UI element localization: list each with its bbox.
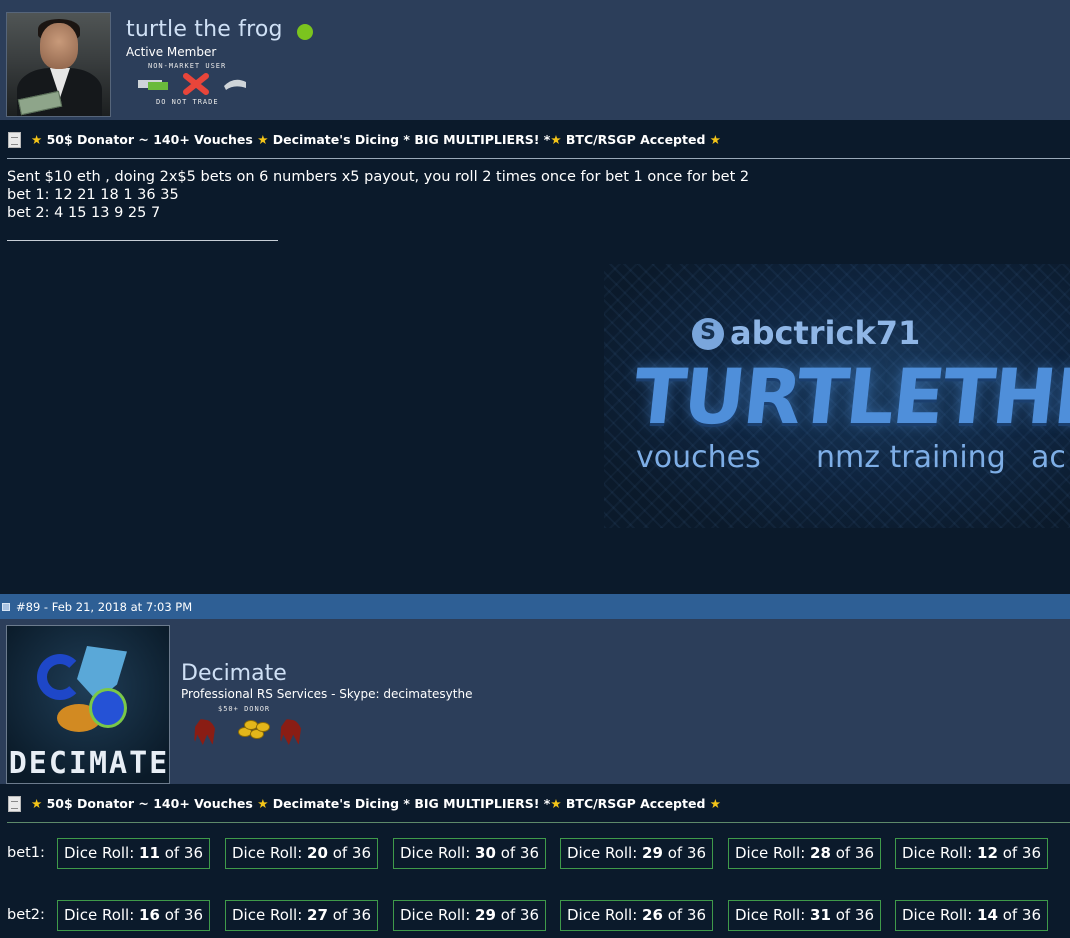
avatar-logo-text: DECIMATE bbox=[8, 746, 170, 781]
online-status-icon bbox=[297, 24, 313, 40]
badge-bottom-text: DO NOT TRADE bbox=[156, 98, 219, 106]
claw-icon bbox=[194, 719, 216, 745]
bet-label: bet2: bbox=[7, 907, 45, 923]
document-icon bbox=[8, 796, 21, 812]
star-icon: ★ bbox=[709, 796, 721, 811]
dice-roll-box: Dice Roll: 30 of 36 bbox=[393, 838, 547, 869]
star-icon: ★ bbox=[709, 132, 721, 147]
user-avatar[interactable] bbox=[6, 12, 111, 117]
star-icon: ★ bbox=[550, 132, 562, 147]
star-icon: ★ bbox=[550, 796, 562, 811]
post-date-link[interactable]: #89 - Feb 21, 2018 at 7:03 PM bbox=[16, 600, 192, 614]
document-icon bbox=[8, 132, 21, 148]
user-title: Professional RS Services - Skype: decima… bbox=[181, 687, 473, 701]
title-segment: 50$ Donator ~ 140+ Vouches bbox=[46, 796, 253, 811]
star-icon: ★ bbox=[257, 132, 269, 147]
user-badge-non-market: NON-MARKET USER DO NOT TRADE bbox=[136, 62, 248, 108]
trade-block-icon bbox=[138, 73, 246, 95]
post-icon bbox=[2, 603, 10, 611]
post2-user-header: DECIMATE Decimate Professional RS Servic… bbox=[0, 619, 1070, 784]
dice-roll-box: Dice Roll: 27 of 36 bbox=[225, 900, 379, 931]
post2-thread-title-bar: ★ 50$ Donator ~ 140+ Vouches ★ Decimate'… bbox=[0, 784, 1070, 822]
skype-icon: S bbox=[692, 318, 724, 350]
message-line: bet 1: 12 21 18 1 36 35 bbox=[7, 187, 179, 203]
badge-top-text: NON-MARKET USER bbox=[148, 62, 227, 70]
dice-roll-box: Dice Roll: 26 of 36 bbox=[560, 900, 714, 931]
title-segment: BTC/RSGP Accepted bbox=[565, 132, 706, 147]
banner-tag: ac bbox=[1031, 440, 1066, 475]
banner-tag: vouches bbox=[636, 440, 761, 475]
bet-label: bet1: bbox=[7, 845, 45, 861]
star-icon: ★ bbox=[257, 796, 269, 811]
dice-roll-box: Dice Roll: 28 of 36 bbox=[728, 838, 882, 869]
dice-roll-box: Dice Roll: 31 of 36 bbox=[728, 900, 882, 931]
title-segment: 50$ Donator ~ 140+ Vouches bbox=[46, 132, 253, 147]
thread-title[interactable]: ★ 50$ Donator ~ 140+ Vouches ★ Decimate'… bbox=[31, 132, 721, 147]
banner-skype-name: abctrick71 bbox=[730, 314, 921, 352]
star-icon: ★ bbox=[31, 132, 43, 147]
user-badge-donor: $50+ DONOR bbox=[190, 705, 316, 751]
signature-divider bbox=[7, 240, 278, 241]
user-title: Active Member bbox=[126, 45, 217, 59]
username-link[interactable]: Decimate bbox=[181, 661, 287, 686]
dice-roll-box: Dice Roll: 16 of 36 bbox=[57, 900, 211, 931]
post1-user-header: turtle the frog Active Member NON-MARKET… bbox=[0, 0, 1070, 120]
message-line: bet 2: 4 15 13 9 25 7 bbox=[7, 205, 161, 221]
message-line: Sent $10 eth , doing 2x$5 bets on 6 numb… bbox=[7, 169, 750, 185]
banner-title: TURTLETHEF bbox=[629, 352, 1070, 441]
post-info-bar: #89 - Feb 21, 2018 at 7:03 PM bbox=[0, 594, 1070, 619]
title-divider bbox=[7, 158, 1070, 159]
title-divider bbox=[7, 822, 1070, 823]
badge-top-text: $50+ DONOR bbox=[218, 705, 271, 713]
dice-roll-box: Dice Roll: 14 of 36 bbox=[895, 900, 1049, 931]
title-segment: BTC/RSGP Accepted bbox=[565, 796, 706, 811]
username-link[interactable]: turtle the frog bbox=[126, 17, 283, 42]
title-segment: Decimate's Dicing * BIG MULTIPLIERS! * bbox=[272, 796, 551, 811]
signature-banner: S abctrick71 TURTLETHEF vouches nmz trai… bbox=[604, 264, 1070, 528]
coins-icon bbox=[236, 719, 270, 741]
dice-roll-box: Dice Roll: 20 of 36 bbox=[225, 838, 379, 869]
dice-roll-box: Dice Roll: 29 of 36 bbox=[393, 900, 547, 931]
dice-roll-box: Dice Roll: 12 of 36 bbox=[895, 838, 1049, 869]
user-avatar[interactable]: DECIMATE bbox=[6, 625, 170, 784]
thread-title[interactable]: ★ 50$ Donator ~ 140+ Vouches ★ Decimate'… bbox=[31, 796, 721, 811]
title-segment: Decimate's Dicing * BIG MULTIPLIERS! * bbox=[272, 132, 551, 147]
post1-thread-title-bar: ★ 50$ Donator ~ 140+ Vouches ★ Decimate'… bbox=[0, 120, 1070, 158]
banner-tag: nmz training bbox=[816, 440, 1006, 475]
claw-icon bbox=[280, 719, 302, 745]
dice-roll-box: Dice Roll: 11 of 36 bbox=[57, 838, 211, 869]
star-icon: ★ bbox=[31, 796, 43, 811]
dice-roll-box: Dice Roll: 29 of 36 bbox=[560, 838, 714, 869]
